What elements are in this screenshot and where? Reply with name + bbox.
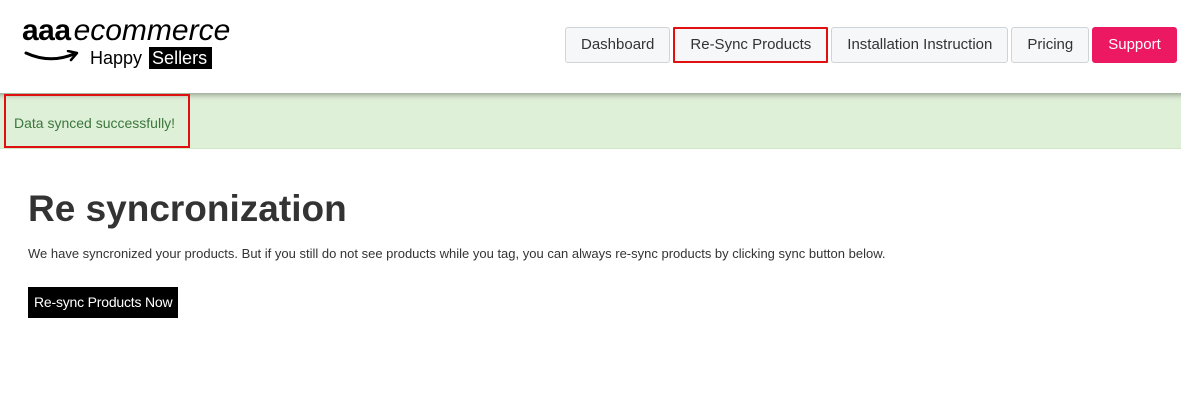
page-title: Re syncronization (28, 188, 347, 229)
main-content: Re syncronization We have syncronized yo… (0, 187, 1181, 318)
nav-pricing-button[interactable]: Pricing (1011, 27, 1090, 63)
logo-tagline: Happy Sellers (90, 47, 213, 69)
nav-support-button[interactable]: Support (1092, 27, 1177, 63)
logo-tagline-prefix: Happy (90, 48, 143, 68)
top-nav: Dashboard Re-Sync Products Installation … (565, 27, 1177, 63)
header: aaa ecommerce Happy Sellers Dashboard Re-… (0, 0, 1181, 93)
logo-tagline-highlight: Sellers (149, 47, 213, 69)
success-alert-message: Data synced successfully! (4, 94, 190, 148)
nav-resync-products-button[interactable]: Re-Sync Products (673, 27, 829, 63)
logo-brand-bold: aaa (22, 14, 71, 47)
resync-products-now-button[interactable]: Re-sync Products Now (28, 287, 179, 318)
success-alert: Data synced successfully! (0, 93, 1181, 149)
logo[interactable]: aaa ecommerce Happy Sellers (22, 14, 262, 74)
logo-brand-rest: ecommerce (73, 14, 231, 47)
logo-wordmark: aaa ecommerce (22, 14, 230, 48)
nav-dashboard-button[interactable]: Dashboard (565, 27, 671, 63)
smile-arrow-icon (24, 50, 79, 62)
page-description: We have syncronized your products. But i… (28, 246, 886, 261)
nav-installation-instruction-button[interactable]: Installation Instruction (831, 27, 1009, 63)
